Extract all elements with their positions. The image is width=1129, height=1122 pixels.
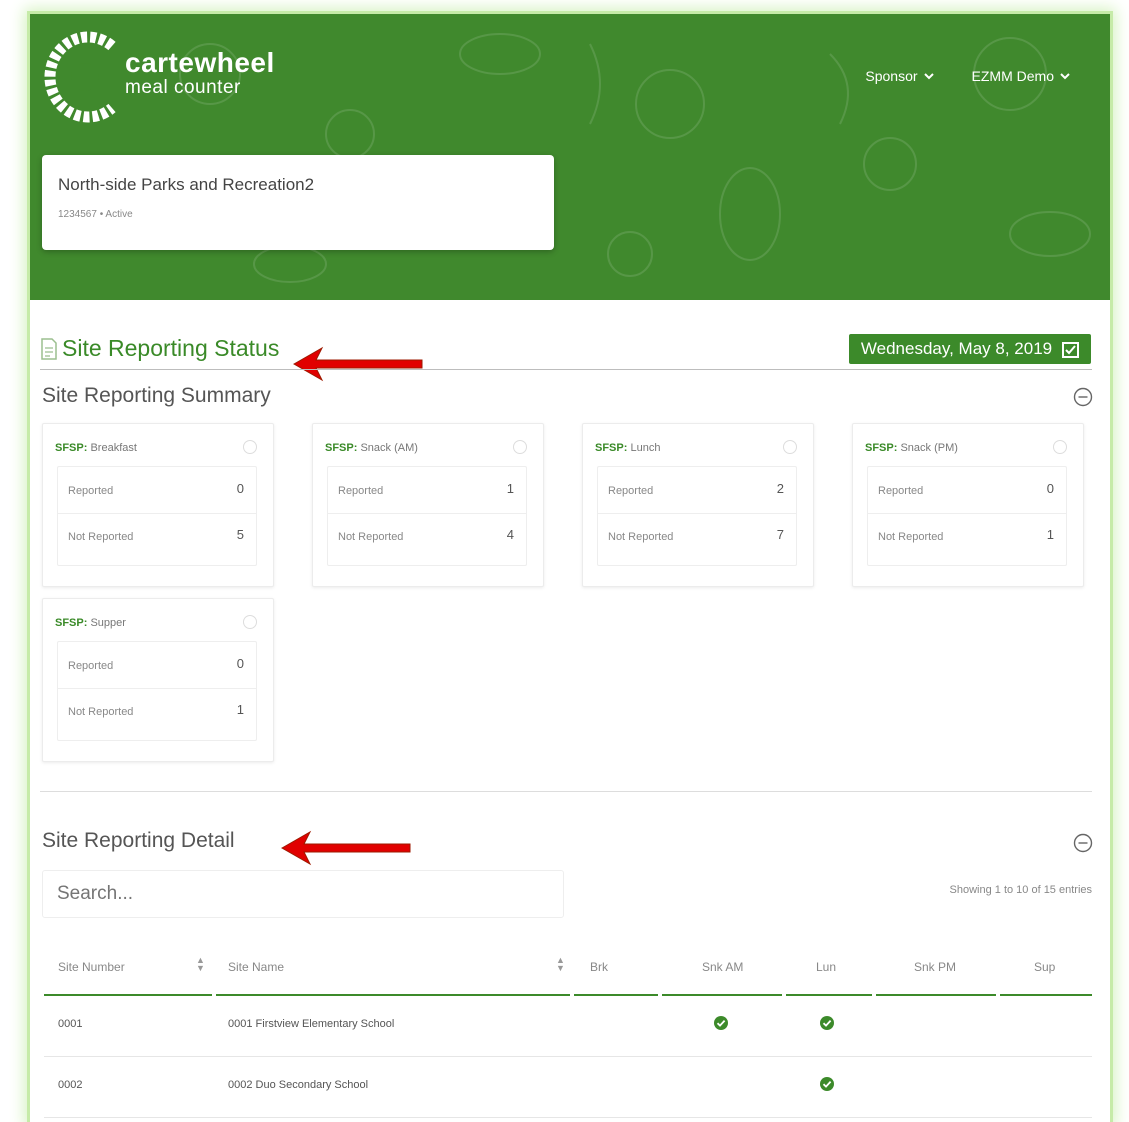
meal-card-title: SFSP: Lunch xyxy=(595,442,661,454)
calendar-icon xyxy=(1062,341,1080,358)
not-reported-count: 5 xyxy=(236,527,244,542)
brand: cartewheel meal counter xyxy=(125,48,275,98)
meal-card-snack-pm: SFSP: Snack (PM) Reported 0 Not Reported 1 xyxy=(852,423,1084,587)
column-sup[interactable]: Sup xyxy=(1000,944,1092,996)
not-reported-count: 4 xyxy=(506,527,514,542)
document-icon xyxy=(41,337,57,360)
not-reported-label: Not Reported xyxy=(68,706,134,718)
not-reported-label: Not Reported xyxy=(68,531,134,543)
not-reported-count: 1 xyxy=(236,702,244,717)
meal-card-title: SFSP: Snack (AM) xyxy=(325,442,418,454)
meal-radio[interactable] xyxy=(243,615,257,629)
not-reported-count: 7 xyxy=(776,527,784,542)
not-reported-label: Not Reported xyxy=(878,531,944,543)
table-header: Site Number ▲ ▼ Site Name ▲ ▼ Brk Snk AM L… xyxy=(44,944,1092,996)
column-site-number[interactable]: Site Number ▲ ▼ xyxy=(44,944,212,996)
column-site-name[interactable]: Site Name ▲ ▼ xyxy=(216,944,570,996)
cartewheel-logo-icon xyxy=(44,31,116,123)
meal-radio[interactable] xyxy=(783,440,797,454)
not-reported-label: Not Reported xyxy=(338,531,404,543)
column-lun[interactable]: Lun xyxy=(786,944,872,996)
site-number: 0002 xyxy=(58,1079,83,1091)
detail-title: Site Reporting Detail xyxy=(42,829,235,852)
table-row[interactable]: 0002 0002 Duo Secondary School xyxy=(44,1057,1092,1118)
sponsor-menu[interactable]: Sponsor xyxy=(865,68,934,84)
reported-count: 2 xyxy=(776,481,784,496)
meal-card-title: SFSP: Snack (PM) xyxy=(865,442,958,454)
sort-icon[interactable]: ▲ ▼ xyxy=(556,956,565,973)
reported-label: Reported xyxy=(68,485,114,497)
reported-count: 0 xyxy=(236,481,244,496)
top-nav: Sponsor EZMM Demo xyxy=(865,68,1070,84)
reported-label: Reported xyxy=(338,485,384,497)
brand-name: cartewheel xyxy=(125,47,275,78)
meal-card-breakfast: SFSP: Breakfast Reported 0 Not Reported 5 xyxy=(42,423,274,587)
column-snk-am[interactable]: Snk AM xyxy=(662,944,782,996)
column-snk-pm[interactable]: Snk PM xyxy=(876,944,996,996)
meal-card-title: SFSP: Supper xyxy=(55,617,126,629)
site-name: 0002 Duo Secondary School xyxy=(228,1079,369,1091)
table-row[interactable]: 0001 0001 Firstview Elementary School xyxy=(44,996,1092,1057)
search-input[interactable] xyxy=(42,870,564,918)
site-name: 0001 Firstview Elementary School xyxy=(228,1018,395,1030)
date-picker-button[interactable]: Wednesday, May 8, 2019 xyxy=(849,334,1091,364)
user-menu-label: EZMM Demo xyxy=(971,68,1054,84)
reported-count: 0 xyxy=(236,656,244,671)
divider xyxy=(40,369,1092,370)
page-title-text: Site Reporting Status xyxy=(62,335,280,361)
minus-circle-icon[interactable] xyxy=(1073,833,1093,853)
check-circle-icon xyxy=(820,1016,834,1030)
chevron-down-icon xyxy=(1060,73,1070,80)
reported-label: Reported xyxy=(68,660,114,672)
page-title: Site Reporting Status xyxy=(40,335,279,362)
meal-card-lunch: SFSP: Lunch Reported 2 Not Reported 7 xyxy=(582,423,814,587)
entries-count: Showing 1 to 10 of 15 entries xyxy=(949,884,1092,896)
site-number: 0001 xyxy=(58,1018,83,1030)
meal-radio[interactable] xyxy=(1053,440,1067,454)
not-reported-label: Not Reported xyxy=(608,531,674,543)
meal-radio[interactable] xyxy=(513,440,527,454)
meal-card-title: SFSP: Breakfast xyxy=(55,442,137,454)
divider xyxy=(40,791,1092,792)
user-menu[interactable]: EZMM Demo xyxy=(972,68,1070,84)
check-circle-icon xyxy=(820,1077,834,1091)
not-reported-count: 1 xyxy=(1046,527,1054,542)
reported-label: Reported xyxy=(608,485,654,497)
minus-circle-icon[interactable] xyxy=(1073,387,1093,407)
header-banner: cartewheel meal counter Sponsor EZMM Dem… xyxy=(30,14,1110,300)
summary-title: Site Reporting Summary xyxy=(42,384,271,407)
red-arrow-icon xyxy=(292,346,423,382)
meal-radio[interactable] xyxy=(243,440,257,454)
organization-name: North-side Parks and Recreation2 xyxy=(58,175,315,194)
reported-label: Reported xyxy=(878,485,924,497)
red-arrow-icon xyxy=(280,830,411,866)
column-brk[interactable]: Brk xyxy=(574,944,658,996)
sponsor-menu-label: Sponsor xyxy=(865,68,918,84)
reported-count: 0 xyxy=(1046,481,1054,496)
chevron-down-icon xyxy=(923,73,934,80)
site-detail-table: Site Number ▲ ▼ Site Name ▲ ▼ Brk Snk AM L… xyxy=(44,944,1092,1118)
meal-card-supper: SFSP: Supper Reported 0 Not Reported 1 xyxy=(42,598,274,762)
brand-subtitle: meal counter xyxy=(125,77,241,98)
check-circle-icon xyxy=(714,1016,728,1030)
organization-meta: 1234567 • Active xyxy=(58,209,133,220)
sponsor-card[interactable]: North-side Parks and Recreation2 1234567… xyxy=(42,155,554,250)
meal-card-snack-am: SFSP: Snack (AM) Reported 1 Not Reported 4 xyxy=(312,423,544,587)
sort-icon[interactable]: ▲ ▼ xyxy=(196,956,205,973)
reported-count: 1 xyxy=(506,481,514,496)
date-label: Wednesday, May 8, 2019 xyxy=(860,339,1053,358)
app-frame: cartewheel meal counter Sponsor EZMM Dem… xyxy=(30,14,1110,1122)
